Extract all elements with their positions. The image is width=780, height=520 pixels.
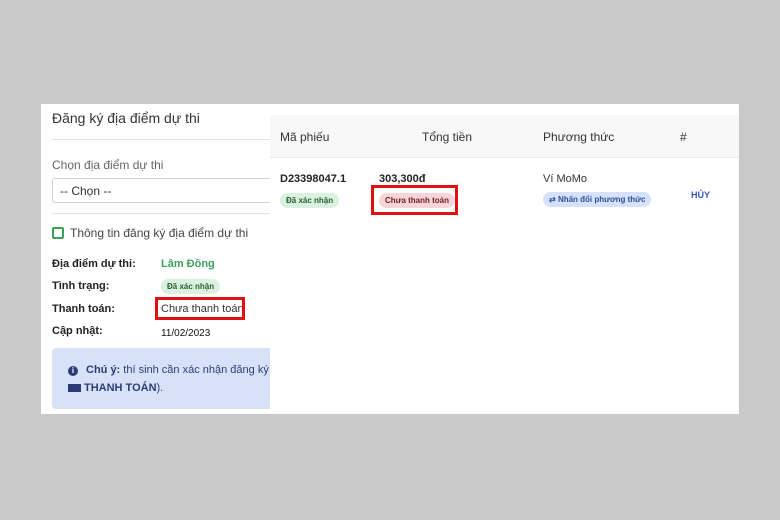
highlight-box — [371, 185, 458, 215]
section-header: Thông tin đăng ký địa điểm dự thi — [52, 226, 248, 240]
payment-link[interactable]: THANH TOÁN — [84, 382, 157, 394]
field-label: Thanh toán: — [52, 303, 115, 315]
highlight-box — [155, 297, 245, 320]
ticket-code: D23398047.1 — [280, 173, 347, 185]
header-code: Mã phiếu — [280, 130, 330, 144]
header-action: # — [680, 130, 687, 144]
status-badge: Đã xác nhận — [161, 279, 221, 294]
page-title: Đăng ký địa điểm dự thi — [52, 110, 200, 126]
change-method-button[interactable]: ⇄ Nhấn đổi phương thức — [543, 192, 652, 207]
updated-value: 11/02/2023 — [161, 328, 211, 339]
exam-registration-panel: Đăng ký địa điểm dự thi Chọn địa điểm dự… — [41, 104, 739, 414]
divider — [52, 213, 272, 214]
divider — [52, 139, 272, 140]
cancel-button[interactable]: HỦY — [691, 190, 710, 200]
section-title: Thông tin đăng ký địa điểm dự thi — [70, 226, 249, 240]
notice-bold: Chú ý: — [86, 364, 121, 376]
location-value: Lâm Đồng — [161, 258, 215, 270]
header-method: Phương thức — [543, 130, 615, 144]
payment-table: Mã phiếu Tổng tiền Phương thức # D233980… — [270, 115, 739, 414]
select-label: Chọn địa điểm dự thi — [52, 158, 164, 172]
swap-icon: ⇄ — [549, 195, 558, 204]
amount: 303,300đ — [379, 173, 426, 185]
payment-method: Ví MoMo — [543, 173, 588, 185]
location-select[interactable]: -- Chọn -- — [52, 178, 282, 203]
card-icon — [68, 384, 81, 393]
table-header: Mã phiếu Tổng tiền Phương thức # — [270, 115, 739, 158]
notice-end: ). — [156, 382, 164, 394]
field-label: Địa điểm dự thi: — [52, 258, 136, 270]
field-label: Cập nhật: — [52, 325, 103, 337]
edit-icon — [52, 227, 64, 239]
change-method-label: Nhấn đổi phương thức — [557, 195, 646, 204]
field-label: Tình trạng: — [52, 280, 110, 292]
info-icon: i — [68, 366, 78, 376]
code-status-badge: Đã xác nhận — [280, 193, 340, 208]
header-amount: Tổng tiền — [422, 130, 473, 144]
